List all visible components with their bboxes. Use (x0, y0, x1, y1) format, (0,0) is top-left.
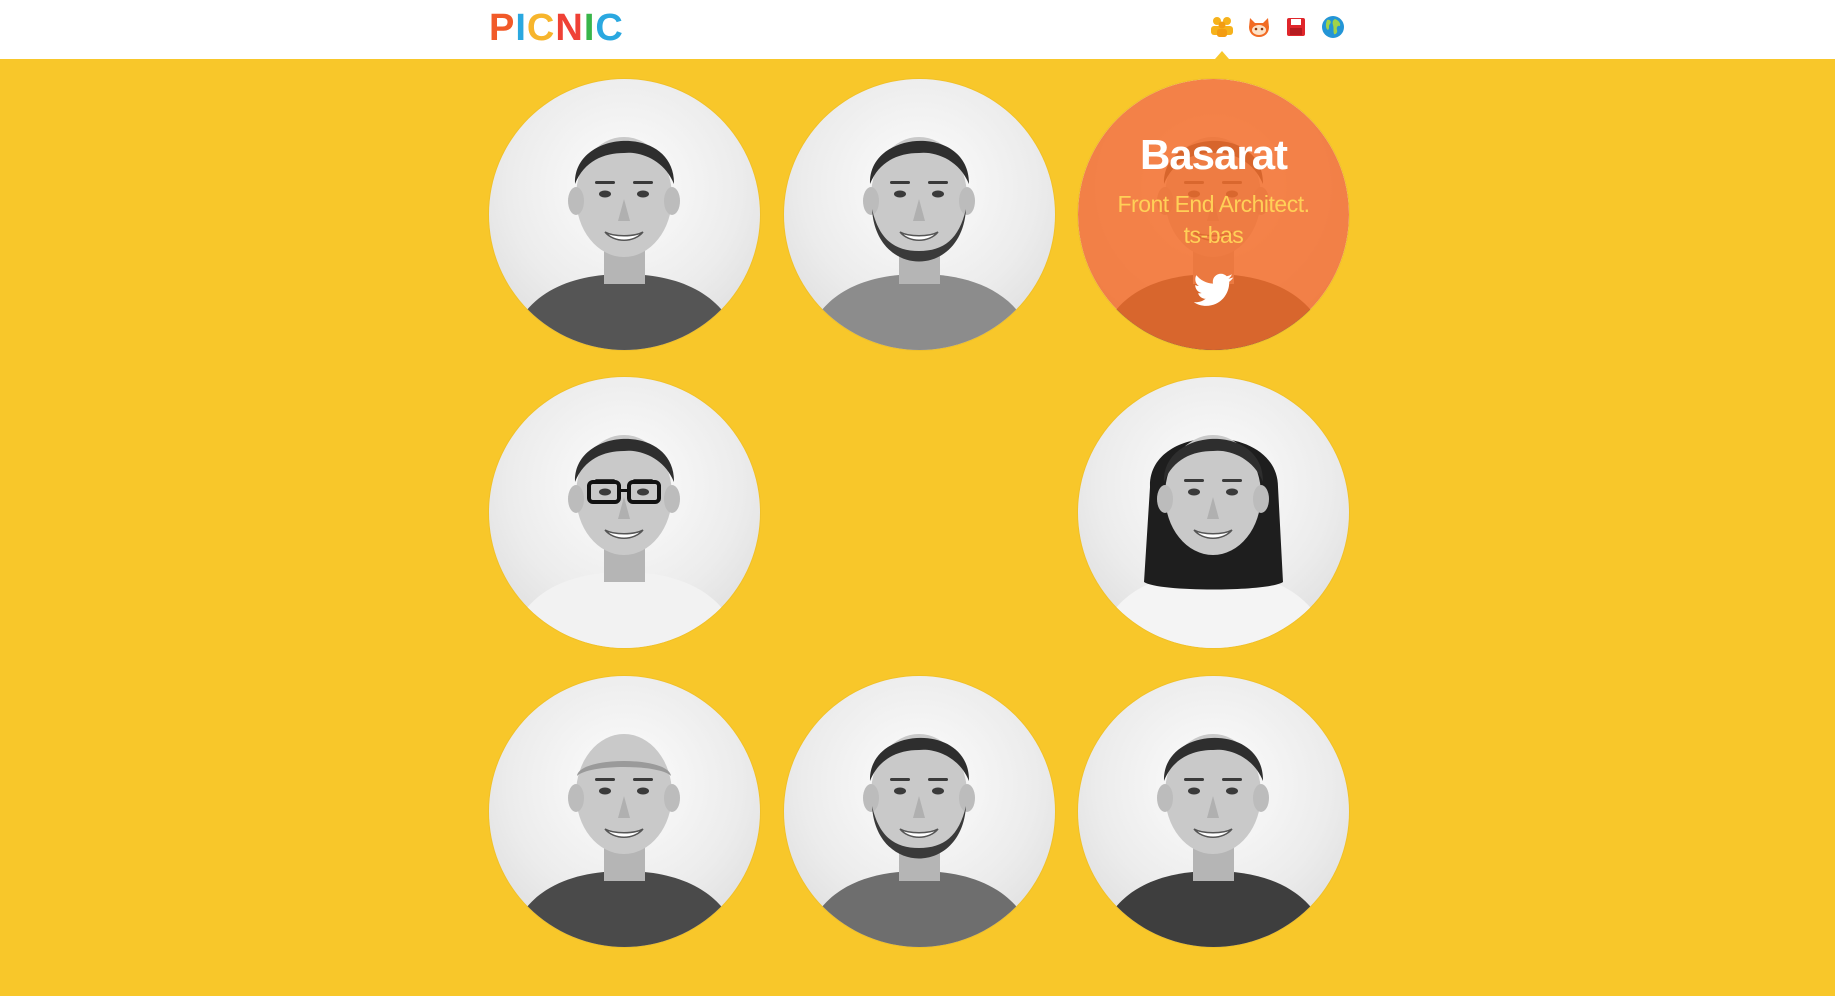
portrait-illustration (509, 137, 741, 350)
twitter-link[interactable] (1194, 273, 1234, 307)
nav-team[interactable] (1209, 14, 1234, 39)
nav-world[interactable] (1320, 14, 1345, 39)
portrait-illustration (804, 734, 1036, 947)
member-handle: ts-bas (1183, 222, 1244, 248)
portrait-illustration (509, 734, 741, 947)
nav-save[interactable] (1283, 14, 1308, 39)
portrait-illustration (804, 137, 1036, 350)
team-member-row3-col3[interactable] (1078, 676, 1349, 947)
logo-letter: C (595, 7, 624, 49)
team-member-row3-col2[interactable] (784, 676, 1055, 947)
team-member-row1-col3[interactable]: Basarat Front End Architect. ts-bas (1078, 79, 1349, 350)
team-member-row3-col1[interactable] (489, 676, 760, 947)
globe-icon (1321, 15, 1344, 38)
team-member-row2-col3[interactable] (1078, 377, 1349, 648)
logo-letter: C (526, 7, 556, 49)
logo-letter: I (515, 7, 527, 49)
team-grid: Basarat Front End Architect. ts-bas (489, 79, 1349, 949)
member-hover-overlay: Basarat Front End Architect. ts-bas (1078, 79, 1349, 350)
member-role: Front End Architect. (1117, 191, 1310, 217)
top-navigation-bar: PICNIC (0, 0, 1835, 59)
member-name: Basarat (1139, 131, 1288, 178)
floppy-disk-icon (1286, 17, 1305, 36)
team-member-row1-col1[interactable] (489, 79, 760, 350)
logo-letter: I (583, 7, 596, 49)
portrait-illustration (509, 435, 741, 648)
nav-github[interactable] (1246, 14, 1271, 39)
team-member-row2-col1[interactable] (489, 377, 760, 648)
team-icon (1210, 16, 1233, 37)
main-nav (1209, 14, 1345, 39)
logo-letter: N (555, 7, 584, 49)
portrait-illustration (1098, 435, 1330, 648)
logo-letter: P (489, 7, 516, 49)
twitter-bird-icon (1194, 273, 1234, 306)
active-nav-indicator (1215, 51, 1229, 59)
team-member-row1-col2[interactable] (784, 79, 1055, 350)
portrait-illustration (1098, 734, 1330, 947)
github-cat-icon (1248, 17, 1269, 37)
picnic-logo[interactable]: PICNIC (489, 9, 624, 47)
